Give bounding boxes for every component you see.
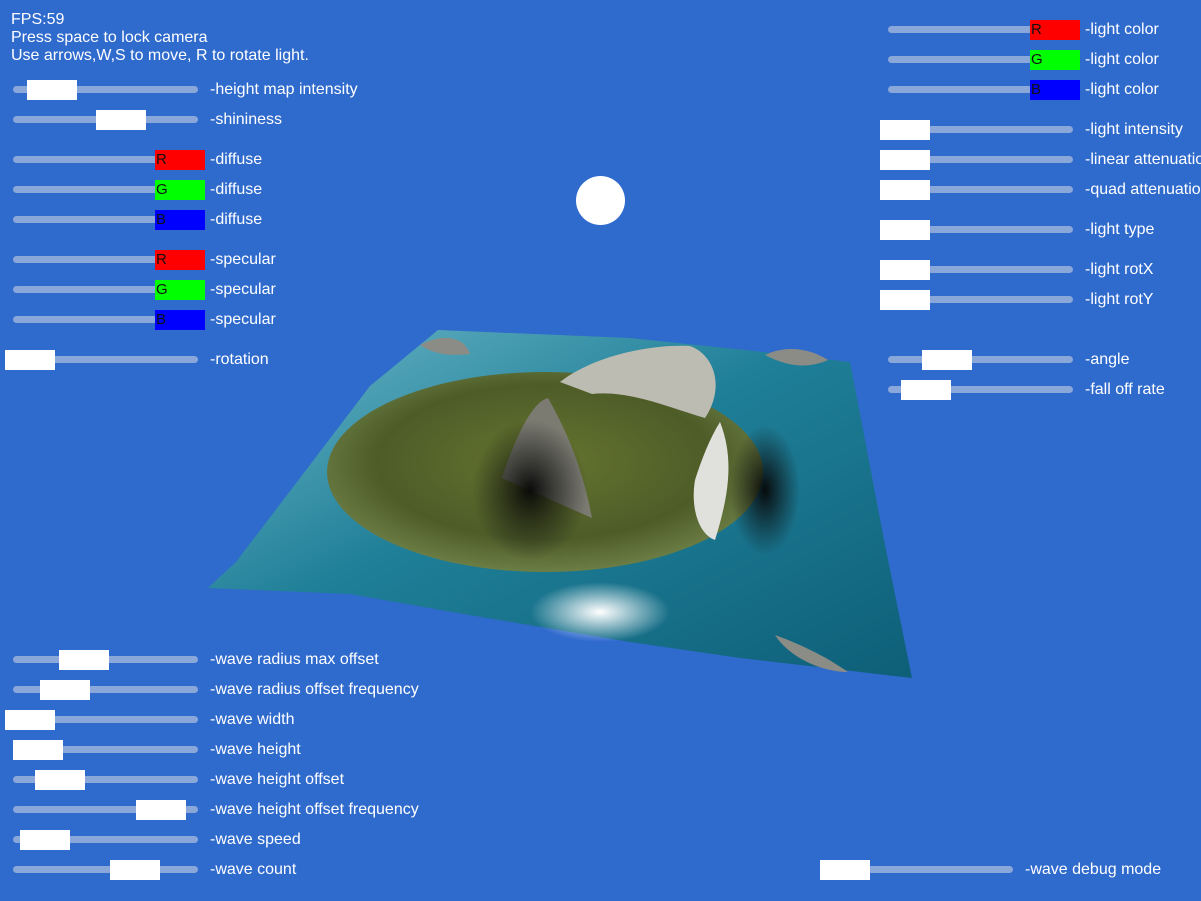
wave-radius-max-offset-label: -wave radius max offset (210, 651, 379, 668)
specular-r-label: -specular (210, 251, 276, 268)
slider-thumb[interactable] (13, 740, 63, 760)
specular-b-label: -specular (210, 311, 276, 328)
wave-width-slider[interactable] (5, 710, 198, 730)
wave-height-slider[interactable] (13, 740, 198, 760)
slider-thumb[interactable]: B (155, 310, 205, 330)
wave-speed-label: -wave speed (210, 831, 301, 848)
quad-attenuation-slider[interactable] (880, 180, 1073, 200)
specular-r-slider[interactable]: R (13, 250, 205, 270)
slider-thumb[interactable] (880, 260, 930, 280)
fps-counter: FPS:59 (11, 11, 65, 28)
slider-thumb[interactable]: R (155, 150, 205, 170)
slider-thumb[interactable] (880, 150, 930, 170)
light-color-g-label: -light color (1085, 51, 1159, 68)
light-color-b-label: -light color (1085, 81, 1159, 98)
diffuse-b-label: -diffuse (210, 211, 263, 228)
slider-thumb[interactable]: R (1030, 20, 1080, 40)
mountain-shadow-left (472, 420, 588, 560)
wave-width-label: -wave width (210, 711, 295, 728)
specular-g-label: -specular (210, 281, 276, 298)
slider-thumb[interactable] (27, 80, 77, 100)
light-intensity-label: -light intensity (1085, 121, 1183, 138)
slider-thumb[interactable]: G (1030, 50, 1080, 70)
linear-attenuation-label: -linear attenuatio (1085, 151, 1201, 168)
specular-b-slider[interactable]: B (13, 310, 205, 330)
slider-thumb[interactable] (59, 650, 109, 670)
wave-debug-mode-label: -wave debug mode (1025, 861, 1162, 878)
slider-thumb[interactable] (5, 350, 55, 370)
slider-thumb[interactable] (880, 290, 930, 310)
wave-count-slider[interactable] (13, 860, 198, 880)
light-intensity-slider[interactable] (880, 120, 1073, 140)
wave-count-label: -wave count (210, 861, 297, 878)
linear-attenuation-slider[interactable] (880, 150, 1073, 170)
wave-debug-mode-slider[interactable] (820, 860, 1013, 880)
specular-g-slider[interactable]: G (13, 280, 205, 300)
slider-thumb[interactable] (880, 120, 930, 140)
shininess-slider[interactable] (13, 110, 198, 130)
wave-height-label: -wave height (210, 741, 301, 758)
slider-thumb[interactable] (880, 220, 930, 240)
app-window: FPS:59 Press space to lock camera Use ar… (0, 0, 1201, 901)
light-color-g-slider[interactable]: G (888, 50, 1080, 70)
slider-thumb[interactable] (880, 180, 930, 200)
diffuse-r-slider[interactable]: R (13, 150, 205, 170)
terrain-viewport[interactable] (200, 320, 930, 690)
wave-speed-slider[interactable] (13, 830, 198, 850)
wave-height-offset-frequency-label: -wave height offset frequency (210, 801, 419, 818)
wave-height-offset-label: -wave height offset (210, 771, 345, 788)
slider-track (888, 356, 1073, 363)
wave-height-offset-slider[interactable] (13, 770, 198, 790)
slider-thumb[interactable]: B (155, 210, 205, 230)
light-color-b-slider[interactable]: B (888, 80, 1080, 100)
light-rot-x-label: -light rotX (1085, 261, 1154, 278)
diffuse-b-slider[interactable]: B (13, 210, 205, 230)
slider-thumb[interactable] (110, 860, 160, 880)
light-color-r-slider[interactable]: R (888, 20, 1080, 40)
shininess-label: -shininess (210, 111, 283, 128)
diffuse-g-label: -diffuse (210, 181, 263, 198)
camera-lock-instruction: Press space to lock camera (11, 29, 208, 46)
light-rot-y-label: -light rotY (1085, 291, 1154, 308)
slider-thumb[interactable] (922, 350, 972, 370)
diffuse-g-slider[interactable]: G (13, 180, 205, 200)
fall-off-rate-label: -fall off rate (1085, 381, 1165, 398)
diffuse-r-label: -diffuse (210, 151, 263, 168)
slider-thumb[interactable] (136, 800, 186, 820)
rotation-slider[interactable] (5, 350, 198, 370)
light-source-icon (576, 176, 625, 225)
height-map-intensity-slider[interactable] (13, 80, 198, 100)
light-type-label: -light type (1085, 221, 1155, 238)
water-glare (530, 582, 670, 642)
wave-radius-offset-frequency-slider[interactable] (13, 680, 198, 700)
slider-thumb[interactable] (901, 380, 951, 400)
angle-label: -angle (1085, 351, 1130, 368)
slider-thumb[interactable] (96, 110, 146, 130)
slider-thumb[interactable]: G (155, 280, 205, 300)
wave-height-offset-frequency-slider[interactable] (13, 800, 198, 820)
slider-thumb[interactable] (820, 860, 870, 880)
mountain-shadow-right (730, 425, 800, 555)
slider-thumb[interactable]: R (155, 250, 205, 270)
light-color-r-label: -light color (1085, 21, 1159, 38)
light-type-slider[interactable] (880, 220, 1073, 240)
slider-thumb[interactable] (40, 680, 90, 700)
rotation-label: -rotation (210, 351, 269, 368)
wave-radius-max-offset-slider[interactable] (13, 650, 198, 670)
slider-thumb[interactable] (35, 770, 85, 790)
movement-instruction: Use arrows,W,S to move, R to rotate ligh… (11, 47, 309, 64)
slider-thumb[interactable]: G (155, 180, 205, 200)
slider-thumb[interactable]: B (1030, 80, 1080, 100)
light-rot-y-slider[interactable] (880, 290, 1073, 310)
fall-off-rate-slider[interactable] (888, 380, 1073, 400)
light-rot-x-slider[interactable] (880, 260, 1073, 280)
angle-slider[interactable] (888, 350, 1073, 370)
quad-attenuation-label: -quad attenuatio (1085, 181, 1201, 198)
slider-thumb[interactable] (20, 830, 70, 850)
wave-radius-offset-frequency-label: -wave radius offset frequency (210, 681, 419, 698)
slider-track (13, 866, 198, 873)
slider-thumb[interactable] (5, 710, 55, 730)
height-map-intensity-label: -height map intensity (210, 81, 358, 98)
